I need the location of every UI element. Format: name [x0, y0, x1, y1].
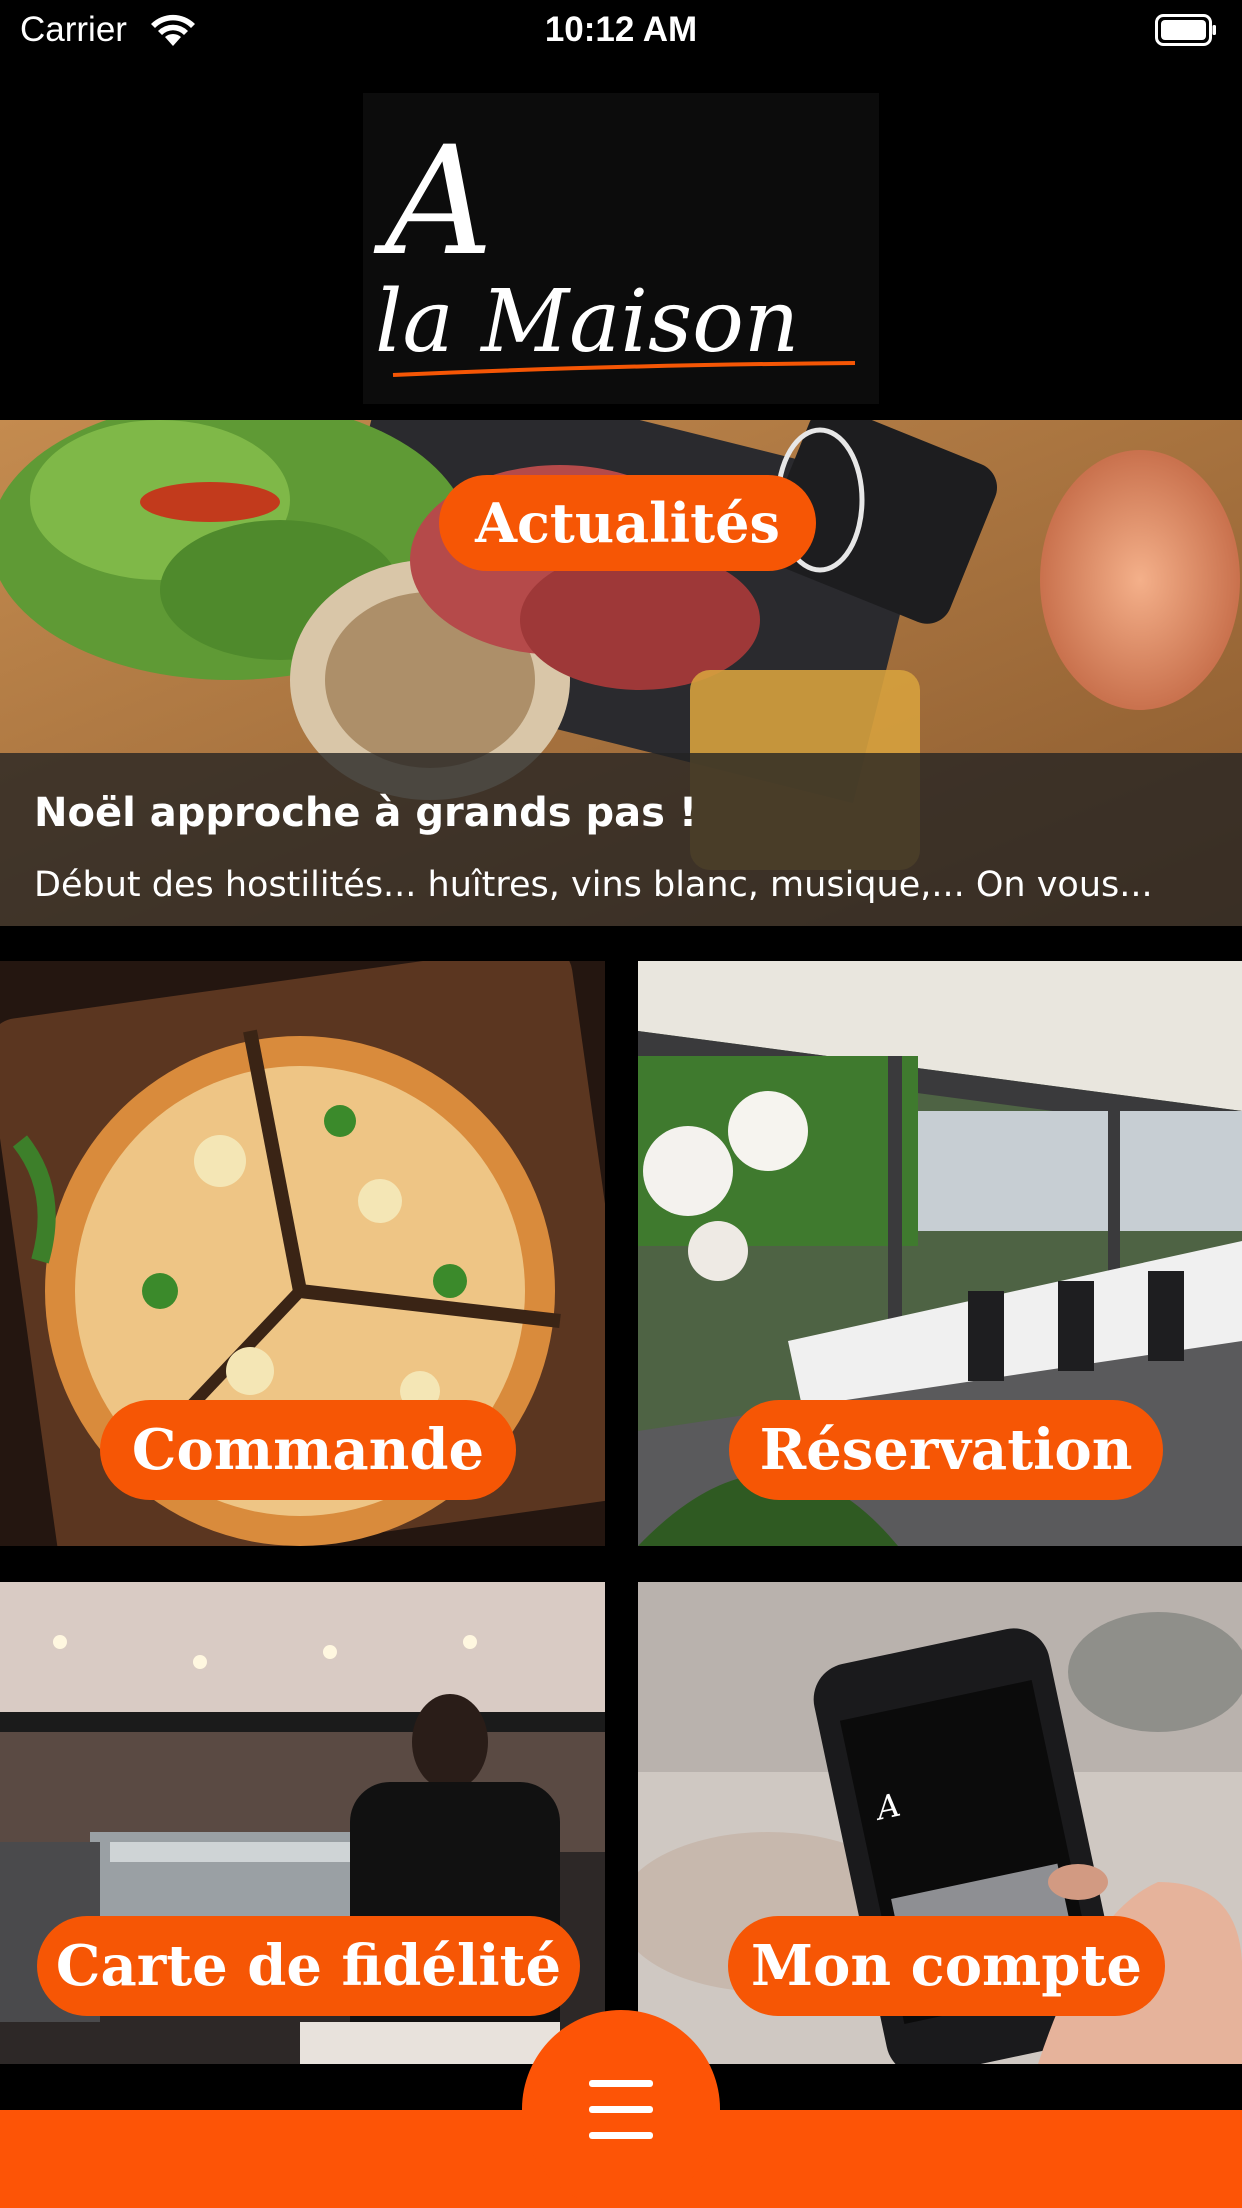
- reservation-button[interactable]: Réservation: [729, 1400, 1163, 1500]
- status-time: 10:12 AM: [544, 10, 698, 49]
- svg-text:A: A: [373, 115, 493, 289]
- news-banner[interactable]: Actualités Noël approche à grands pas ! …: [0, 420, 1242, 926]
- news-button[interactable]: Actualités: [439, 475, 816, 571]
- carte-fidelite-button[interactable]: Carte de fidélité: [37, 1916, 580, 2016]
- svg-text:la Maison: la Maison: [375, 272, 799, 372]
- tile-commande[interactable]: Commande: [0, 961, 605, 1546]
- status-bar: Carrier 10:12 AM: [0, 0, 1242, 62]
- tile-reservation[interactable]: Réservation: [638, 961, 1242, 1546]
- tile-mon-compte[interactable]: A Mon compte: [638, 1582, 1242, 2064]
- tile-carte-fidelite[interactable]: Carte de fidélité: [0, 1582, 605, 2064]
- news-title: Noël approche à grands pas !: [34, 790, 698, 836]
- menu-button[interactable]: [522, 2010, 720, 2208]
- battery-icon: [1155, 14, 1216, 46]
- app-logo: A la Maison: [363, 93, 879, 404]
- commande-button[interactable]: Commande: [100, 1400, 516, 1500]
- news-description: Début des hostilités... huîtres, vins bl…: [34, 865, 1153, 905]
- mon-compte-button[interactable]: Mon compte: [728, 1916, 1165, 2016]
